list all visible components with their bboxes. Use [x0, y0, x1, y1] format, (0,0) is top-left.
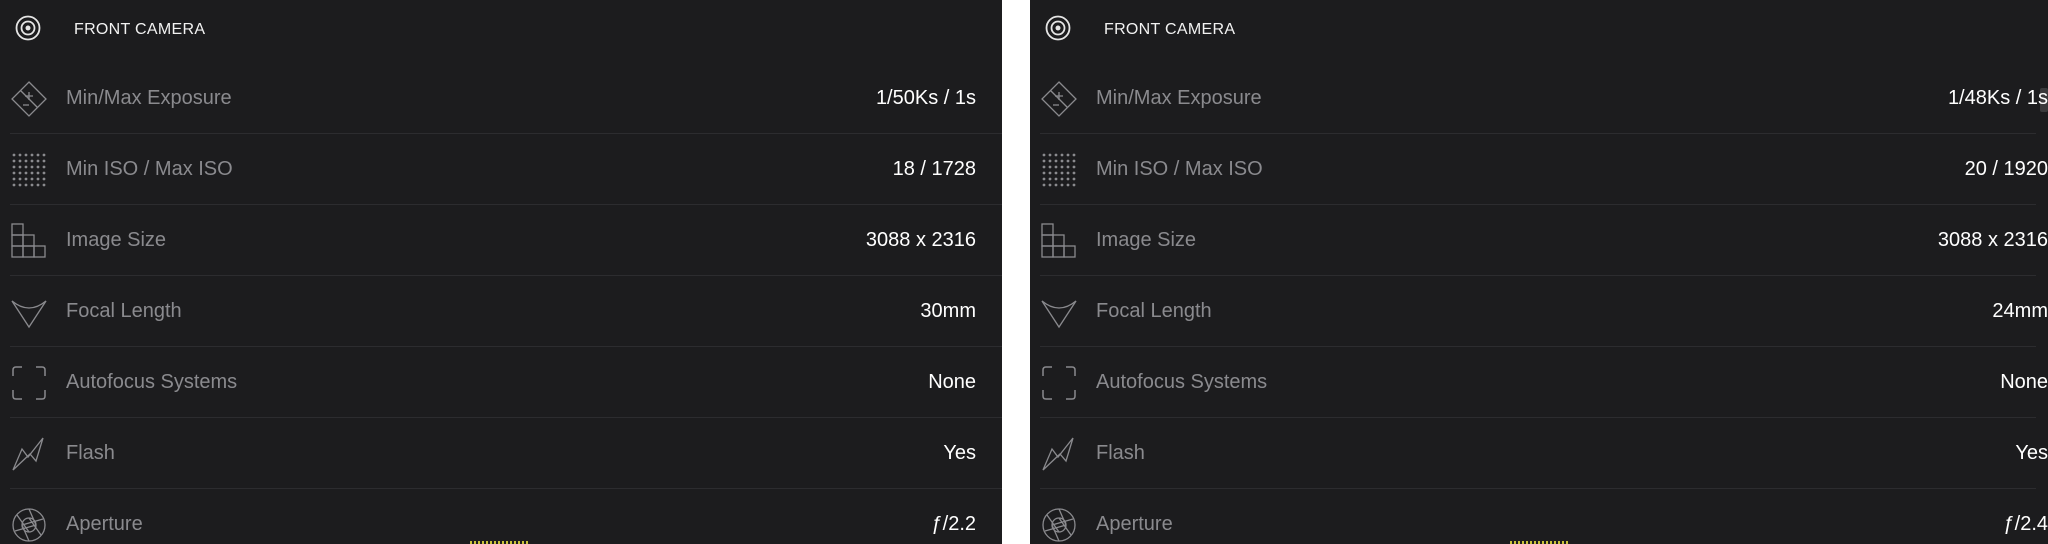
spec-label: Focal Length	[66, 300, 182, 322]
spec-row-exposure: Min/Max Exposure 1/48Ks / 1s	[1030, 63, 2048, 134]
autofocus-icon	[10, 364, 48, 402]
spec-label: Image Size	[66, 229, 167, 251]
camera-lens-icon	[14, 14, 42, 47]
spec-value: 18 / 1728	[892, 158, 976, 180]
spec-row-aperture: Aperture ƒ/2.4	[1030, 489, 2048, 544]
flash-icon	[10, 435, 48, 473]
section-title: FRONT CAMERA	[1104, 21, 1236, 38]
iso-grid-icon	[1040, 151, 1078, 189]
spec-label: Min ISO / Max ISO	[66, 158, 233, 180]
focal-length-icon	[1040, 293, 1078, 331]
spec-value: Yes	[2015, 442, 2048, 464]
spec-row-image-size: Image Size 3088 x 2316	[0, 205, 1002, 276]
aperture-icon	[10, 506, 48, 544]
spec-value: None	[2000, 371, 2048, 393]
spec-row-autofocus: Autofocus Systems None	[1030, 347, 2048, 418]
section-header: FRONT CAMERA	[1044, 14, 1236, 47]
image-size-icon	[1040, 222, 1078, 260]
spec-label: Flash	[66, 442, 115, 464]
spec-row-iso: Min ISO / Max ISO 18 / 1728	[0, 134, 1002, 205]
spec-value: Yes	[943, 442, 976, 464]
spec-label: Image Size	[1096, 229, 1197, 251]
iso-grid-icon	[10, 151, 48, 189]
spec-value: ƒ/2.4	[2003, 513, 2048, 535]
spec-row-autofocus: Autofocus Systems None	[0, 347, 1002, 418]
spec-value: ƒ/2.2	[931, 513, 976, 535]
focal-length-icon	[10, 293, 48, 331]
spec-value: 20 / 1920	[1964, 158, 2048, 180]
spec-value: 30mm	[920, 300, 976, 322]
spec-value: 3088 x 2316	[1937, 229, 2048, 251]
spec-row-exposure: Min/Max Exposure 1/50Ks / 1s	[0, 63, 1002, 134]
spec-label: Min/Max Exposure	[1096, 87, 1262, 109]
spec-value: 1/50Ks / 1s	[875, 87, 976, 109]
camera-specs-panel-right: FRONT CAMERA Min/Max Exposure 1/48Ks / 1…	[1030, 0, 2048, 544]
spec-label: Flash	[1096, 442, 1145, 464]
image-size-icon	[10, 222, 48, 260]
spec-label: Aperture	[66, 513, 143, 535]
camera-specs-panel-left: FRONT CAMERA Min/Max Exposure 1/50Ks / 1…	[0, 0, 1002, 544]
spec-value: 24mm	[1992, 300, 2048, 322]
spec-value: 3088 x 2316	[865, 229, 976, 251]
spec-value: None	[928, 371, 976, 393]
section-header: FRONT CAMERA	[14, 14, 206, 47]
exposure-icon	[1040, 80, 1078, 118]
camera-lens-icon	[1044, 14, 1072, 47]
spec-label: Autofocus Systems	[1096, 371, 1268, 393]
exposure-icon	[10, 80, 48, 118]
spec-label: Aperture	[1096, 513, 1173, 535]
autofocus-icon	[1040, 364, 1078, 402]
flash-icon	[1040, 435, 1078, 473]
spec-row-iso: Min ISO / Max ISO 20 / 1920	[1030, 134, 2048, 205]
spec-label: Min ISO / Max ISO	[1096, 158, 1263, 180]
spec-row-flash: Flash Yes	[1030, 418, 2048, 489]
spec-label: Autofocus Systems	[66, 371, 238, 393]
spec-row-focal-length: Focal Length 30mm	[0, 276, 1002, 347]
spec-row-image-size: Image Size 3088 x 2316	[1030, 205, 2048, 276]
aperture-icon	[1040, 506, 1078, 544]
spec-row-aperture: Aperture ƒ/2.2	[0, 489, 1002, 544]
spec-value: 1/48Ks / 1s	[1947, 87, 2048, 109]
spec-row-flash: Flash Yes	[0, 418, 1002, 489]
spec-row-focal-length: Focal Length 24mm	[1030, 276, 2048, 347]
section-title: FRONT CAMERA	[74, 21, 206, 38]
spec-label: Focal Length	[1096, 300, 1212, 322]
spec-label: Min/Max Exposure	[66, 87, 232, 109]
